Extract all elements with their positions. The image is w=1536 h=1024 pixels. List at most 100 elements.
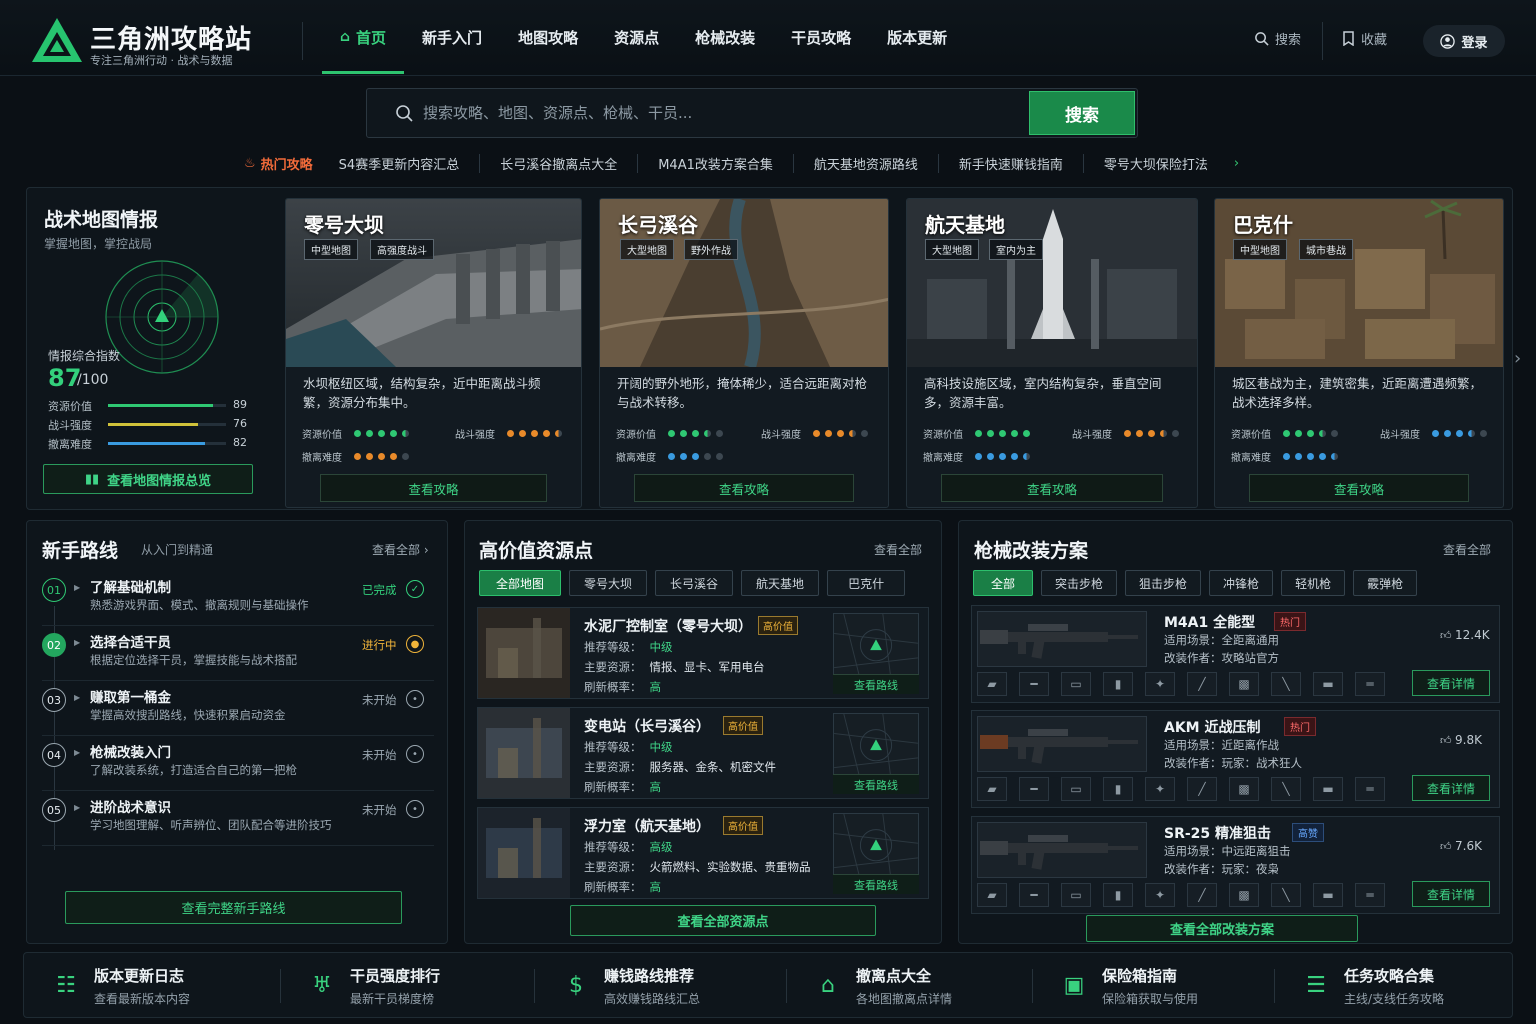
resource-main: 主要资源： 服务器、金条、机密文件 [584, 759, 776, 775]
quick-link[interactable]: ▣ 保险箱指南 保险箱获取与使用 [1058, 953, 1278, 1017]
step-row[interactable]: 04 ▶ 枪械改装入门 了解改装系统，打造适合自己的第一把枪 未开始 • [42, 737, 434, 791]
attachment-slot-icon[interactable]: ━ [1019, 883, 1049, 907]
intel-subtitle: 掌握地图，掌控战局 [44, 237, 153, 251]
quick-link[interactable]: $ 赚钱路线推荐 高效赚钱路线汇总 [560, 953, 780, 1017]
view-guide-button[interactable]: 查看攻略 [941, 474, 1163, 502]
attachment-slot-icon[interactable]: ▬ [1313, 777, 1343, 801]
rating-dot [1307, 430, 1314, 437]
guns-more-link[interactable]: 查看全部 [1443, 541, 1491, 558]
header-search-link[interactable]: 搜索 [1254, 0, 1301, 76]
intel-overview-button[interactable]: ▮▮ 查看地图情报总览 [43, 464, 253, 494]
attachment-slot-icon[interactable]: ▬ [1313, 672, 1343, 696]
resource-card[interactable]: 水泥厂控制室（零号大坝） 高价值 推荐等级： 中级 主要资源： 情报、显卡、军用电台 刷新概… [477, 607, 929, 699]
hot-topic-link[interactable]: 零号大坝保险打法 [1082, 153, 1228, 173]
chevron-right-icon[interactable]: › [1514, 348, 1521, 369]
quick-link[interactable]: ☷ 版本更新日志 查看最新版本内容 [50, 953, 270, 1017]
view-route-button[interactable]: 查看路线 [833, 774, 919, 794]
view-route-button[interactable]: 查看路线 [833, 674, 919, 694]
attachment-slot-icon[interactable]: ▮ [1103, 777, 1133, 801]
attachment-slot-icon[interactable]: ╱ [1187, 672, 1217, 696]
attachment-slot-icon[interactable]: ━ [1019, 672, 1049, 696]
attachment-slot-icon[interactable]: ▬ [1313, 883, 1343, 907]
attachment-slot-icon[interactable]: ╲ [1271, 672, 1301, 696]
brand-title[interactable]: 三角洲攻略站 [90, 19, 252, 56]
view-route-button[interactable]: 查看路线 [833, 874, 919, 894]
view-details-button[interactable]: 查看详情 [1412, 881, 1490, 907]
newbie-full-route-button[interactable]: 查看完整新手路线 [65, 891, 402, 924]
hot-topic-link[interactable]: 新手快速赚钱指南 [937, 153, 1083, 173]
nav-guns[interactable]: 枪械改装 [677, 0, 773, 74]
attachment-slot-icon[interactable]: ▭ [1061, 672, 1091, 696]
step-row[interactable]: 01 ▶ 了解基础机制 熟悉游戏界面、模式、撤离规则与基础操作 已完成 ✓ [42, 572, 434, 626]
quick-link[interactable]: ⌂ 撤离点大全 各地图撤离点详情 [812, 953, 1032, 1017]
attachment-slot-icon[interactable]: ▰ [977, 672, 1007, 696]
login-button[interactable]: 登录 [1423, 25, 1505, 57]
attachment-slot-icon[interactable]: ╲ [1271, 883, 1301, 907]
hot-topic-link[interactable]: M4A1改装方案合集 [637, 153, 793, 173]
attachment-slot-icon[interactable]: ╲ [1271, 777, 1301, 801]
nav-operators[interactable]: 干员攻略 [773, 0, 869, 74]
nav-beginner[interactable]: 新手入门 [404, 0, 500, 74]
view-guide-button[interactable]: 查看攻略 [320, 474, 547, 502]
hot-topic-link[interactable]: 航天基地资源路线 [792, 153, 938, 173]
filter-chip[interactable]: 全部地图 [479, 570, 562, 596]
all-resources-button[interactable]: 查看全部资源点 [570, 905, 876, 936]
attachment-slot-icon[interactable]: ▮ [1103, 672, 1133, 696]
attachment-slot-icon[interactable]: ━ [1019, 777, 1049, 801]
step-row[interactable]: 03 ▶ 赚取第一桶金 掌握高效搜刮路线，快速积累启动资金 未开始 • [42, 682, 434, 736]
attachment-slot-icon[interactable]: ╱ [1187, 883, 1217, 907]
nav-resources[interactable]: 资源点 [596, 0, 677, 74]
gun-card[interactable]: M4A1 全能型 热门 适用场景：全距离通用 改装作者：攻略站官方 👍︎ 12.4K ▰ ━… [971, 605, 1500, 703]
gun-card[interactable]: AKM 近战压制 热门 适用场景：近距离作战 改装作者：玩家：战术狂人 👍︎ 9.8K ▰… [971, 710, 1500, 808]
filter-chip[interactable]: 航天基地 [741, 570, 820, 596]
attachment-slot-icon[interactable]: ▭ [1061, 883, 1091, 907]
gun-card[interactable]: SR-25 精准狙击 高赞 适用场景：中远距离狙击 改装作者：玩家：夜枭 👍︎ 7.6K… [971, 816, 1500, 914]
filter-chip[interactable]: 全部 [973, 570, 1034, 596]
attachment-slot-icon[interactable]: ▩ [1229, 777, 1259, 801]
favorites-link[interactable]: 收藏 [1342, 0, 1387, 76]
logo-icon[interactable] [30, 16, 84, 64]
attachment-slot-icon[interactable]: ▩ [1229, 672, 1259, 696]
search-input[interactable] [423, 89, 1023, 137]
quick-link[interactable]: ♅ 干员强度排行 最新干员梯度榜 [306, 953, 526, 1017]
attachment-slot-icon[interactable]: ═ [1355, 777, 1385, 801]
all-mods-button[interactable]: 查看全部改装方案 [1086, 915, 1358, 942]
nav-maps[interactable]: 地图攻略 [500, 0, 596, 74]
view-guide-button[interactable]: 查看攻略 [1249, 474, 1469, 502]
attachment-slot-icon[interactable]: ═ [1355, 883, 1385, 907]
attachment-slot-icon[interactable]: ╱ [1187, 777, 1217, 801]
resource-card[interactable]: 浮力室（航天基地） 高价值 推荐等级： 高级 主要资源： 火箭燃料、实验数据、贵重物品 刷新… [477, 807, 929, 899]
view-guide-button[interactable]: 查看攻略 [634, 474, 854, 502]
attachment-slot-icon[interactable]: ▩ [1229, 883, 1259, 907]
filter-chip[interactable]: 突击步枪 [1041, 570, 1118, 596]
filter-chip[interactable]: 狙击步枪 [1125, 570, 1202, 596]
hot-topic-link[interactable]: 长弓溪谷撤离点大全 [479, 153, 637, 173]
nav-home[interactable]: ⌂ 首页 [322, 0, 405, 74]
filter-chip[interactable]: 轻机枪 [1281, 570, 1346, 596]
filter-chip[interactable]: 零号大坝 [569, 570, 648, 596]
quick-link[interactable]: ☰ 任务攻略合集 主线/支线任务攻略 [1300, 953, 1520, 1017]
resource-card[interactable]: 变电站（长弓溪谷） 高价值 推荐等级： 中级 主要资源： 服务器、金条、机密文件 刷新概率：… [477, 707, 929, 799]
nav-updates[interactable]: 版本更新 [869, 0, 965, 74]
view-details-button[interactable]: 查看详情 [1412, 670, 1490, 696]
step-row[interactable]: 02 ▶ 选择合适干员 根据定位选择干员，掌握技能与战术搭配 进行中 ● [42, 627, 434, 681]
attachment-slot-icon[interactable]: ═ [1355, 672, 1385, 696]
resources-more-link[interactable]: 查看全部 [874, 541, 922, 558]
attachment-slot-icon[interactable]: ▭ [1061, 777, 1091, 801]
filter-chip[interactable]: 霰弹枪 [1353, 570, 1418, 596]
attachment-slot-icon[interactable]: ✦ [1145, 777, 1175, 801]
attachment-slot-icon[interactable]: ▮ [1103, 883, 1133, 907]
attachment-slot-icon[interactable]: ✦ [1145, 883, 1175, 907]
view-details-button[interactable]: 查看详情 [1412, 775, 1490, 801]
chevron-right-icon[interactable]: › [1234, 156, 1239, 171]
attachment-slot-icon[interactable]: ▰ [977, 883, 1007, 907]
hot-topic-link[interactable]: S4赛季更新内容汇总 [319, 154, 480, 173]
attachment-slot-icon[interactable]: ▰ [977, 777, 1007, 801]
attachment-slot-icon[interactable]: ✦ [1145, 672, 1175, 696]
step-row[interactable]: 05 ▶ 进阶战术意识 学习地图理解、听声辨位、团队配合等进阶技巧 未开始 • [42, 792, 434, 846]
filter-chip[interactable]: 巴克什 [827, 570, 906, 596]
filter-chip[interactable]: 长弓溪谷 [655, 570, 734, 596]
newbie-more-link[interactable]: 查看全部 › [372, 541, 429, 558]
filter-chip[interactable]: 冲锋枪 [1209, 570, 1274, 596]
search-button[interactable]: 搜索 [1029, 91, 1135, 135]
